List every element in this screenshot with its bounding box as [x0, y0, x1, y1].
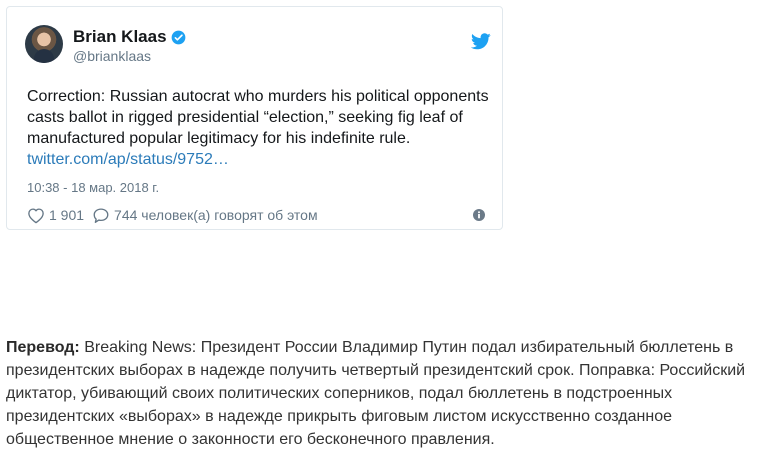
- info-icon[interactable]: [473, 209, 485, 221]
- tweet-card[interactable]: Brian Klaas @brianklaas Correction: Russ…: [6, 6, 503, 230]
- tweet-timestamp[interactable]: 10:38 - 18 мар. 2018 г.: [27, 180, 159, 195]
- reply-text: 744 человек(а) говорят об этом: [114, 207, 318, 223]
- like-count: 1 901: [49, 207, 85, 223]
- reply-button[interactable]: 744 человек(а) говорят об этом: [92, 207, 318, 224]
- tweet-link[interactable]: twitter.com/ap/status/9752…: [27, 149, 497, 170]
- twitter-bird-icon[interactable]: [471, 33, 491, 50]
- heart-icon: [28, 207, 44, 223]
- avatar[interactable]: [25, 25, 63, 63]
- translation-paragraph: Перевод: Breaking News: Президент России…: [6, 336, 751, 451]
- author-name[interactable]: Brian Klaas: [73, 27, 167, 47]
- author-handle[interactable]: @brianklaas: [73, 48, 151, 64]
- tweet-text: Correction: Russian autocrat who murders…: [27, 88, 489, 147]
- translation-label: Перевод:: [6, 339, 80, 356]
- like-button[interactable]: 1 901: [27, 207, 84, 224]
- verified-badge-icon: [171, 30, 186, 45]
- tweet-body: Correction: Russian autocrat who murders…: [27, 86, 497, 170]
- speech-bubble-icon: [93, 207, 109, 223]
- translation-text: Breaking News: Президент России Владимир…: [6, 339, 746, 448]
- tweet-actions: 1 901 744 человек(а) говорят об этом: [27, 206, 326, 224]
